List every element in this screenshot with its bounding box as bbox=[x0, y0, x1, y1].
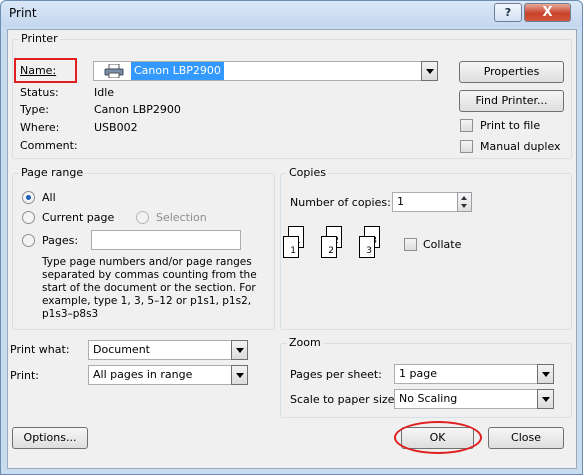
title-bar[interactable]: Print ? X bbox=[1, 1, 582, 27]
zoom-group-label: Zoom bbox=[287, 336, 323, 349]
pages-per-sheet-select[interactable]: 1 page bbox=[394, 364, 554, 384]
copies-spinner[interactable]: 1 bbox=[392, 192, 472, 212]
pages-input[interactable] bbox=[91, 230, 241, 250]
window-title: Print bbox=[9, 6, 37, 20]
selection-label: Selection bbox=[156, 211, 207, 224]
print-dialog: Print ? X Printer Name: Canon LBP2900 Pr… bbox=[0, 0, 583, 475]
where-label: Where: bbox=[20, 121, 60, 134]
print-label: Print: bbox=[10, 369, 40, 382]
manual-duplex-label[interactable]: Manual duplex bbox=[480, 140, 561, 153]
printer-name-select[interactable]: Canon LBP2900 bbox=[93, 61, 438, 81]
close-window-button[interactable]: X bbox=[524, 3, 571, 22]
pages-radio[interactable] bbox=[22, 234, 35, 247]
help-button[interactable]: ? bbox=[494, 3, 522, 22]
chevron-down-icon[interactable] bbox=[231, 365, 248, 385]
properties-button[interactable]: Properties bbox=[459, 61, 564, 83]
type-value: Canon LBP2900 bbox=[94, 103, 181, 116]
chevron-down-icon[interactable] bbox=[537, 389, 554, 409]
scale-to-paper-size-value: No Scaling bbox=[399, 392, 458, 405]
chevron-down-icon[interactable] bbox=[231, 340, 248, 360]
printer-name-value: Canon LBP2900 bbox=[131, 62, 224, 80]
current-page-radio[interactable] bbox=[22, 211, 35, 224]
print-what-label: Print what: bbox=[10, 343, 70, 356]
comment-label: Comment: bbox=[20, 139, 78, 152]
where-value: USB002 bbox=[94, 121, 138, 134]
collate-page-icon: 3 bbox=[359, 236, 375, 258]
manual-duplex-checkbox[interactable] bbox=[460, 140, 473, 153]
current-page-label[interactable]: Current page bbox=[42, 211, 114, 224]
type-label: Type: bbox=[20, 103, 49, 116]
print-to-file-checkbox[interactable] bbox=[460, 119, 473, 132]
print-select[interactable]: All pages in range bbox=[88, 365, 248, 385]
chevron-down-icon[interactable] bbox=[421, 61, 438, 81]
print-to-file-label[interactable]: Print to file bbox=[480, 119, 540, 132]
ok-highlight-annotation bbox=[394, 421, 482, 454]
scale-to-paper-size-label: Scale to paper size: bbox=[290, 393, 399, 406]
print-what-value: Document bbox=[93, 343, 150, 356]
collate-label[interactable]: Collate bbox=[423, 238, 461, 251]
print-what-select[interactable]: Document bbox=[88, 340, 248, 360]
pages-per-sheet-label: Pages per sheet: bbox=[290, 368, 382, 381]
copies-group-label: Copies bbox=[287, 166, 328, 179]
all-pages-label[interactable]: All bbox=[42, 191, 56, 204]
page-range-help-text: Type page numbers and/or page ranges sep… bbox=[42, 256, 257, 320]
dialog-body: Printer Name: Canon LBP2900 Properties S… bbox=[7, 29, 577, 469]
find-printer-button[interactable]: Find Printer... bbox=[459, 90, 564, 112]
name-highlight-annotation bbox=[14, 58, 77, 83]
selection-radio bbox=[136, 211, 149, 224]
print-value: All pages in range bbox=[93, 368, 193, 381]
scale-to-paper-size-select[interactable]: No Scaling bbox=[394, 389, 554, 409]
printer-icon bbox=[104, 63, 124, 79]
status-value: Idle bbox=[94, 86, 115, 99]
options-button[interactable]: Options... bbox=[12, 427, 88, 449]
chevron-down-icon[interactable] bbox=[537, 364, 554, 384]
copies-value: 1 bbox=[397, 195, 404, 208]
close-button[interactable]: Close bbox=[488, 427, 564, 449]
pages-label[interactable]: Pages: bbox=[42, 234, 78, 247]
status-label: Status: bbox=[20, 86, 59, 99]
collate-page-icon: 1 bbox=[283, 236, 299, 258]
collate-checkbox[interactable] bbox=[404, 238, 417, 251]
pages-per-sheet-value: 1 page bbox=[399, 367, 437, 380]
all-pages-radio[interactable] bbox=[22, 191, 35, 204]
spin-arrows-icon[interactable] bbox=[457, 192, 472, 212]
printer-group-label: Printer bbox=[19, 32, 60, 45]
collate-page-icon: 2 bbox=[321, 236, 337, 258]
number-of-copies-label: Number of copies: bbox=[290, 196, 391, 209]
page-range-group-label: Page range bbox=[19, 166, 86, 179]
